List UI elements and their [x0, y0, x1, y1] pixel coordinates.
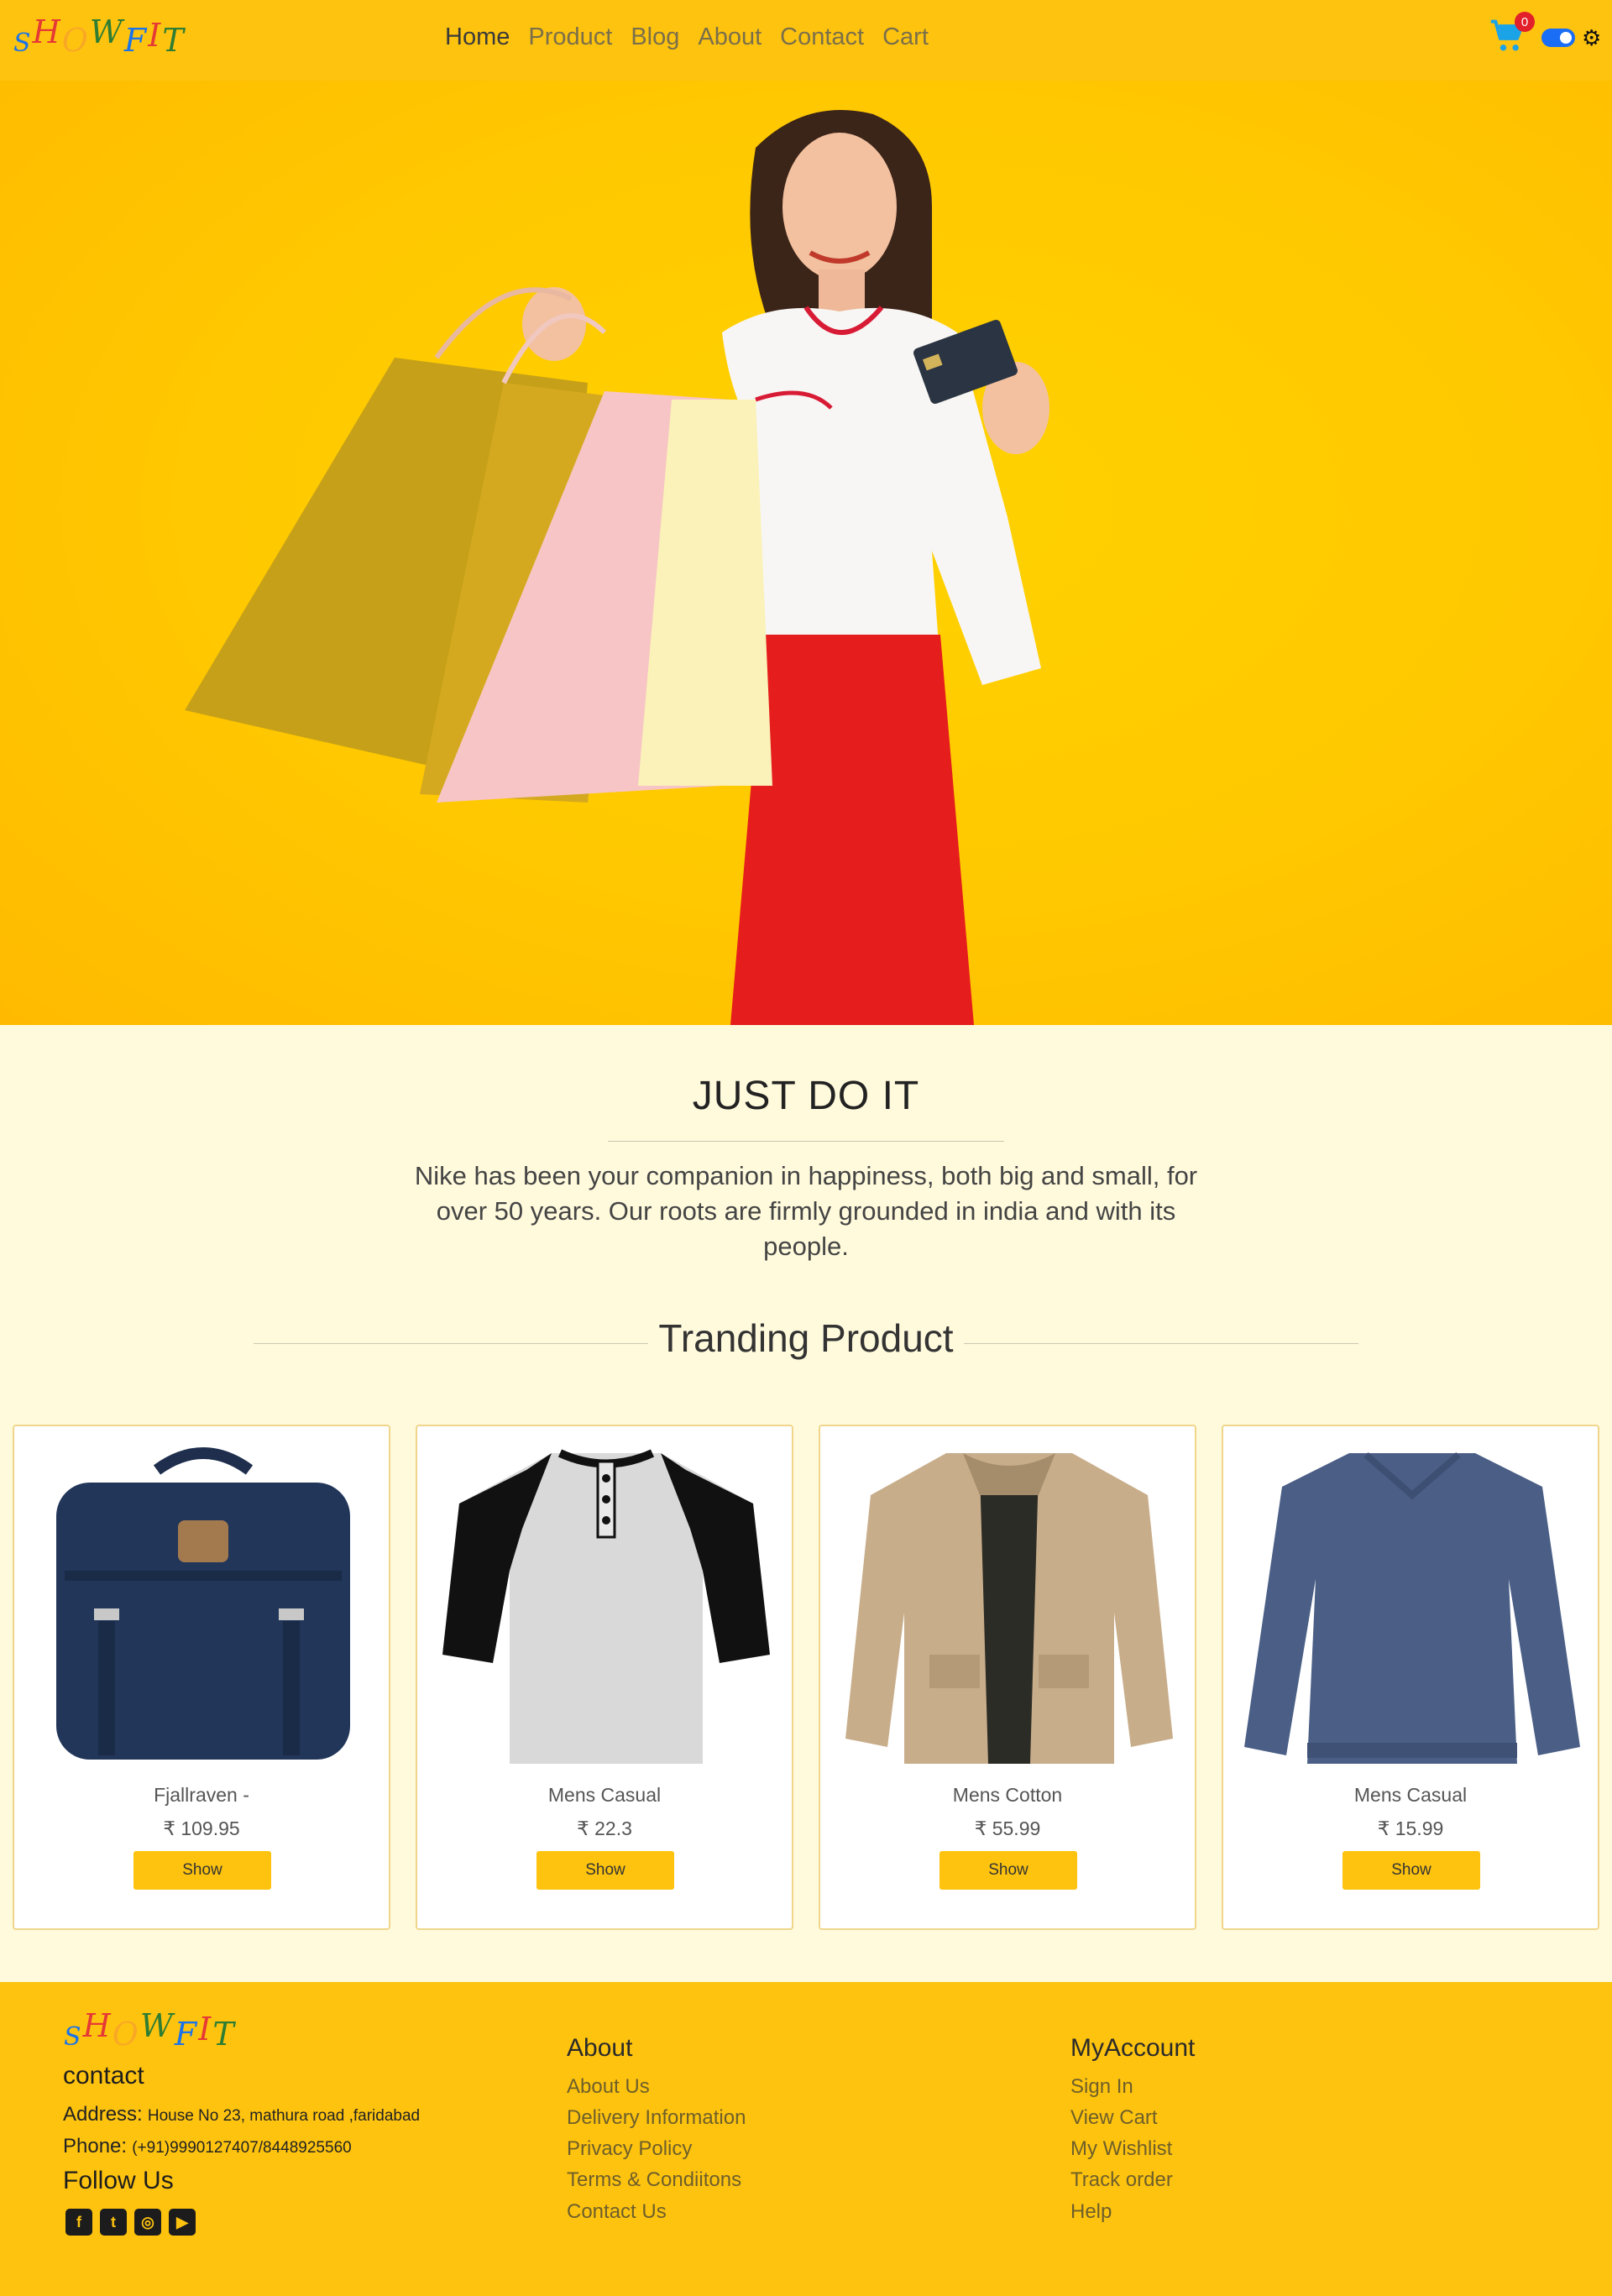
theme-toggle[interactable] — [1541, 29, 1575, 47]
show-button[interactable]: Show — [939, 1851, 1077, 1890]
contact-heading: contact — [63, 2062, 144, 2089]
facebook-icon[interactable]: f — [65, 2209, 92, 2236]
logo-letter: O — [61, 22, 90, 59]
follow-heading: Follow Us — [63, 2167, 174, 2194]
logo-letter: H — [32, 13, 62, 50]
address-label: Address: — [63, 2103, 143, 2126]
logo-letter: F — [123, 22, 149, 59]
product-name: Mens Cotton — [952, 1784, 1063, 1806]
show-button[interactable]: Show — [1342, 1851, 1480, 1890]
nav-about[interactable]: About — [698, 24, 762, 51]
footer-link-wishlist[interactable]: My Wishlist — [1070, 2137, 1172, 2161]
navbar: SHOWFIT Home Product Blog About Contact … — [0, 0, 1612, 81]
footer-link-privacy[interactable]: Privacy Policy — [567, 2137, 692, 2161]
section-title: Tranding Product — [658, 1316, 954, 1360]
product-image — [56, 1447, 350, 1760]
phone-line: Phone: (+91)9990127407/8448925560 — [63, 2135, 352, 2158]
hero-image — [185, 110, 1049, 1025]
twitter-icon[interactable]: t — [100, 2209, 127, 2236]
product-name: Fjallraven - — [154, 1784, 249, 1806]
account-heading: MyAccount — [1070, 2034, 1196, 2062]
nav-blog[interactable]: Blog — [631, 24, 679, 51]
product-price: ₹ 22.3 — [577, 1817, 632, 1839]
social-icons: f t ◎ ▶ — [65, 2209, 196, 2236]
phone-value: (+91)9990127407/8448925560 — [132, 2139, 352, 2157]
product-price: ₹ 109.95 — [163, 1817, 240, 1839]
footer-link-view-cart[interactable]: View Cart — [1070, 2106, 1158, 2130]
product-price: ₹ 55.99 — [974, 1817, 1041, 1839]
footer-link-about-us[interactable]: About Us — [567, 2075, 650, 2099]
footer-link-sign-in[interactable]: Sign In — [1070, 2075, 1133, 2099]
cart-button[interactable]: 0 — [1489, 12, 1535, 59]
hero-banner — [0, 81, 1612, 1025]
product-image — [845, 1453, 1173, 1764]
product-price: ₹ 15.99 — [1377, 1817, 1444, 1839]
nav-contact[interactable]: Contact — [780, 24, 864, 51]
nav-cart[interactable]: Cart — [882, 24, 929, 51]
footer-link-contact[interactable]: Contact Us — [567, 2200, 667, 2224]
logo-letter: T — [162, 22, 186, 59]
youtube-icon[interactable]: ▶ — [169, 2209, 196, 2236]
nav-product[interactable]: Product — [528, 24, 612, 51]
product-image — [1244, 1451, 1580, 1764]
footer-logo[interactable]: SHOWFIT — [64, 2007, 236, 2053]
footer-link-terms[interactable]: Terms & Condiitons — [567, 2168, 741, 2192]
phone-label: Phone: — [63, 2135, 128, 2157]
footer-link-help[interactable]: Help — [1070, 2200, 1112, 2224]
divider — [608, 1141, 1004, 1142]
product-card[interactable]: Fjallraven - ₹ 109.95 Show — [13, 1425, 390, 1930]
show-button[interactable]: Show — [133, 1851, 271, 1890]
product-name: Mens Casual — [547, 1784, 662, 1806]
brand-logo[interactable]: SHOWFIT — [13, 13, 186, 59]
intro-text: Nike has been your companion in happines… — [414, 1161, 1198, 1261]
divider — [964, 1343, 1358, 1344]
gear-icon[interactable]: ⚙ — [1582, 25, 1601, 51]
footer-link-delivery[interactable]: Delivery Information — [567, 2106, 746, 2130]
address-line: Address: House No 23, mathura road ,fari… — [63, 2103, 420, 2126]
footer-link-track-order[interactable]: Track order — [1070, 2168, 1173, 2192]
product-image — [442, 1449, 770, 1764]
product-card[interactable]: Mens Casual ₹ 22.3 Show — [416, 1425, 793, 1930]
instagram-icon[interactable]: ◎ — [134, 2209, 161, 2236]
cart-count-badge: 0 — [1515, 12, 1535, 32]
intro-title: JUST DO IT — [692, 1074, 920, 1118]
show-button[interactable]: Show — [536, 1851, 674, 1890]
address-value: House No 23, mathura road ,faridabad — [147, 2107, 421, 2125]
product-card[interactable]: Mens Cotton ₹ 55.99 Show — [819, 1425, 1196, 1930]
logo-letter: S — [13, 29, 33, 58]
about-heading: About — [567, 2034, 633, 2062]
nav-home[interactable]: Home — [445, 24, 510, 51]
product-name: Mens Casual — [1353, 1784, 1468, 1806]
nav-links: Home Product Blog About Contact Cart — [445, 24, 929, 51]
logo-letter: W — [89, 13, 124, 50]
product-card[interactable]: Mens Casual ₹ 15.99 Show — [1222, 1425, 1599, 1930]
logo-letter: I — [148, 17, 163, 54]
